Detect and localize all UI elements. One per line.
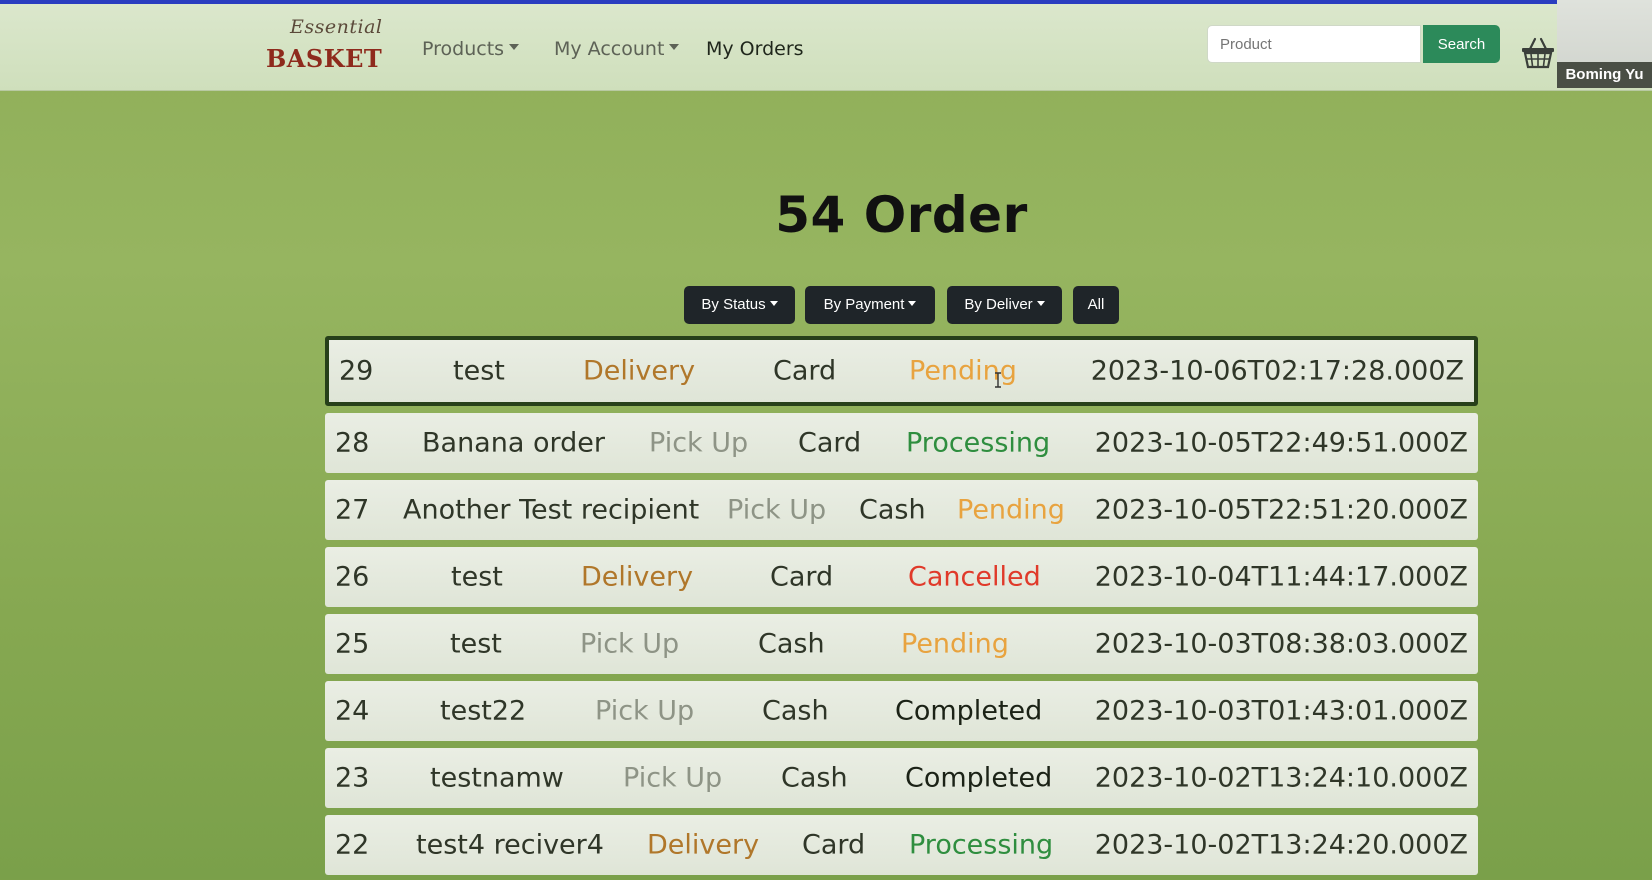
filter-by-deliver-label: By Deliver xyxy=(964,296,1033,313)
order-row[interactable]: 27 Another Test recipient Pick Up Cash P… xyxy=(325,480,1478,540)
order-row[interactable]: 25 test Pick Up Cash Pending 2023-10-03T… xyxy=(325,614,1478,674)
order-payment: Card xyxy=(798,427,862,459)
order-method: Pick Up xyxy=(727,494,827,526)
order-status: Processing xyxy=(906,427,1051,459)
order-date: 2023-10-04T11:44:17.000Z xyxy=(1094,561,1468,593)
order-id: 24 xyxy=(335,695,370,727)
page-title: 54 Order xyxy=(775,186,1028,244)
filter-all-button[interactable]: All xyxy=(1073,286,1119,324)
order-recipient: test xyxy=(453,355,505,387)
caret-down-icon xyxy=(1036,300,1045,306)
caret-down-icon xyxy=(509,43,520,50)
order-id: 23 xyxy=(335,762,370,794)
filter-by-deliver-button[interactable]: By Deliver xyxy=(947,286,1062,324)
order-status: Completed xyxy=(905,762,1053,794)
filter-by-payment-button[interactable]: By Payment xyxy=(805,286,935,324)
order-method: Pick Up xyxy=(580,628,680,660)
brand-script: Essential xyxy=(290,16,383,38)
caret-down-icon xyxy=(908,300,917,306)
order-payment: Cash xyxy=(859,494,926,526)
order-payment: Cash xyxy=(758,628,825,660)
order-method: Pick Up xyxy=(649,427,749,459)
order-date: 2023-10-05T22:51:20.000Z xyxy=(1094,494,1468,526)
order-date: 2023-10-02T13:24:20.000Z xyxy=(1094,829,1468,861)
order-status: Pending xyxy=(957,494,1065,526)
order-id: 29 xyxy=(339,355,374,387)
brand-word: BASKET xyxy=(266,44,383,73)
nav-products-label: Products xyxy=(422,38,505,60)
order-status: Processing xyxy=(909,829,1054,861)
order-recipient: Another Test recipient xyxy=(403,494,700,526)
brand-logo[interactable]: Essential BASKET xyxy=(266,14,386,80)
order-date: 2023-10-03T01:43:01.000Z xyxy=(1094,695,1468,727)
filter-by-status-label: By Status xyxy=(701,296,766,313)
order-method: Delivery xyxy=(581,561,694,593)
order-id: 26 xyxy=(335,561,370,593)
order-status: Cancelled xyxy=(908,561,1041,593)
order-method: Pick Up xyxy=(595,695,695,727)
user-video-tile: Boming Yu xyxy=(1557,0,1652,88)
text-cursor-icon xyxy=(995,372,1001,388)
order-date: 2023-10-06T02:17:28.000Z xyxy=(1090,355,1464,387)
order-payment: Cash xyxy=(781,762,848,794)
order-row[interactable]: 26 test Delivery Card Cancelled 2023-10-… xyxy=(325,547,1478,607)
order-id: 27 xyxy=(335,494,370,526)
order-status: Completed xyxy=(895,695,1043,727)
order-recipient: test22 xyxy=(440,695,527,727)
caret-down-icon xyxy=(769,300,778,306)
order-row[interactable]: 28 Banana order Pick Up Card Processing … xyxy=(325,413,1478,473)
order-row[interactable]: 24 test22 Pick Up Cash Completed 2023-10… xyxy=(325,681,1478,741)
order-method: Delivery xyxy=(583,355,696,387)
shopping-basket-icon[interactable] xyxy=(1518,32,1558,72)
order-status: Pending xyxy=(901,628,1009,660)
filter-by-payment-label: By Payment xyxy=(823,296,905,313)
nav-my-account-dropdown[interactable]: My Account xyxy=(554,38,680,60)
order-method: Pick Up xyxy=(623,762,723,794)
caret-down-icon xyxy=(669,43,680,50)
navbar: Essential BASKET Products My Account My … xyxy=(0,4,1652,91)
order-recipient: test xyxy=(451,561,503,593)
order-payment: Card xyxy=(802,829,866,861)
search-input[interactable] xyxy=(1207,25,1421,63)
order-id: 28 xyxy=(335,427,370,459)
nav-products-dropdown[interactable]: Products xyxy=(422,38,520,60)
order-recipient: Banana order xyxy=(422,427,605,459)
order-payment: Cash xyxy=(762,695,829,727)
order-row[interactable]: 29 test Delivery Card Pending 2023-10-06… xyxy=(325,336,1478,406)
order-payment: Card xyxy=(770,561,834,593)
order-row[interactable]: 23 testnamw Pick Up Cash Completed 2023-… xyxy=(325,748,1478,808)
nav-my-orders-link[interactable]: My Orders xyxy=(706,38,804,60)
order-recipient: testnamw xyxy=(430,762,564,794)
order-payment: Card xyxy=(773,355,837,387)
search-button[interactable]: Search xyxy=(1423,25,1500,63)
filter-by-status-button[interactable]: By Status xyxy=(684,286,795,324)
order-date: 2023-10-02T13:24:10.000Z xyxy=(1094,762,1468,794)
order-row[interactable]: 22 test4 reciver4 Delivery Card Processi… xyxy=(325,815,1478,875)
user-name-label: Boming Yu xyxy=(1557,62,1652,88)
nav-my-account-label: My Account xyxy=(554,38,665,60)
order-id: 25 xyxy=(335,628,370,660)
order-recipient: test4 reciver4 xyxy=(416,829,604,861)
order-date: 2023-10-03T08:38:03.000Z xyxy=(1094,628,1468,660)
order-id: 22 xyxy=(335,829,370,861)
order-date: 2023-10-05T22:49:51.000Z xyxy=(1094,427,1468,459)
order-method: Delivery xyxy=(647,829,760,861)
order-recipient: test xyxy=(450,628,502,660)
